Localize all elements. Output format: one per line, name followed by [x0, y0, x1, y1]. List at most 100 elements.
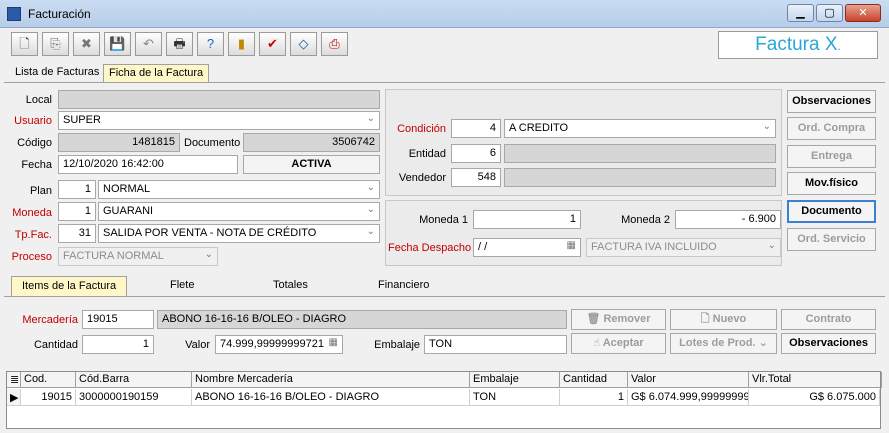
item-observaciones-button[interactable]: Observaciones: [781, 333, 876, 354]
copy-doc-icon[interactable]: ⎘: [42, 32, 69, 56]
condicion-code-field[interactable]: 4: [451, 119, 501, 138]
aceptar-button[interactable]: ☝ Aceptar: [571, 333, 666, 354]
documento-button[interactable]: Documento: [787, 200, 876, 223]
vendedor-label: Vendedor: [398, 172, 446, 184]
table-row-embalaje[interactable]: TON: [470, 389, 560, 406]
codigo-label: Código: [17, 137, 52, 149]
fecha-field[interactable]: 12/10/2020 16:42:00: [58, 155, 238, 174]
chevron-down-icon: ⌄: [755, 337, 768, 349]
vendedor-name-field[interactable]: [504, 168, 776, 187]
plan-select[interactable]: NORMAL ⌄: [98, 180, 380, 199]
help-icon[interactable]: ?: [197, 32, 224, 56]
entidad-label: Entidad: [408, 148, 446, 160]
usuario-label: Usuario: [14, 115, 52, 127]
calculator-icon[interactable]: ▦: [329, 337, 338, 348]
save-icon[interactable]: 💾: [104, 32, 131, 56]
embalaje-label: Embalaje: [374, 339, 420, 351]
printer-icon[interactable]: 🖶: [166, 32, 193, 56]
tab-totales[interactable]: Totales: [263, 276, 318, 296]
proceso-label: Proceso: [11, 251, 52, 263]
contrato-button[interactable]: Contrato: [781, 309, 876, 330]
col-cod[interactable]: Cod.: [21, 372, 76, 388]
maximize-button[interactable]: ▢: [816, 4, 843, 22]
entidad-name-field[interactable]: [504, 144, 776, 163]
tab-ficha-factura[interactable]: Ficha de la Factura: [103, 64, 210, 82]
condicion-label: Condición: [397, 123, 446, 135]
mercaderia-name-field[interactable]: ABONO 16-16-16 B/OLEO - DIAGRO: [157, 310, 567, 329]
moneda1-field[interactable]: 1: [473, 210, 581, 229]
delete-icon[interactable]: ✖: [73, 32, 100, 56]
minimize-button[interactable]: ▁: [787, 4, 814, 22]
codigo-field[interactable]: 1481815: [58, 133, 180, 152]
table-row-nombre[interactable]: ABONO 16-16-16 B/OLEO - DIAGRO: [192, 389, 470, 406]
hand-icon: ☝: [593, 337, 603, 349]
title-bar: [0, 0, 889, 28]
tab-financiero[interactable]: Financiero: [368, 276, 439, 296]
app-icon: [7, 7, 21, 21]
vendedor-code-field[interactable]: 548: [451, 168, 501, 187]
observaciones-button[interactable]: Observaciones: [787, 90, 876, 113]
col-embalaje[interactable]: Embalaje: [470, 372, 560, 388]
mercaderia-code-field[interactable]: 19015: [82, 310, 154, 329]
mov-fisico-button[interactable]: Mov.físico: [787, 172, 876, 195]
ord-compra-button[interactable]: Ord. Compra: [787, 117, 876, 140]
local-label: Local: [25, 94, 52, 106]
iva-select[interactable]: FACTURA IVA INCLUIDO ⌄: [586, 238, 781, 257]
undo-icon[interactable]: ↶: [135, 32, 162, 56]
tab-lista-facturas[interactable]: Lista de Facturas: [10, 64, 104, 82]
exit-door-icon[interactable]: ▮: [228, 32, 255, 56]
col-nombre-mercaderia[interactable]: Nombre Mercadería: [192, 372, 470, 388]
grid-menu-icon[interactable]: ≣: [7, 372, 21, 388]
valor-field[interactable]: 74.999,99999999721 ▦: [215, 335, 343, 354]
local-field[interactable]: [58, 90, 380, 109]
calendar-icon[interactable]: ▦: [567, 240, 576, 251]
tpfac-code-field[interactable]: 31: [58, 224, 96, 243]
table-row-cantidad[interactable]: 1: [560, 389, 628, 406]
tab-items-factura[interactable]: Items de la Factura: [11, 276, 128, 296]
proceso-select[interactable]: FACTURA NORMAL ⌄: [58, 247, 218, 266]
row-selector-icon[interactable]: ▶: [7, 389, 21, 406]
moneda-select[interactable]: GUARANI ⌄: [98, 202, 380, 221]
documento-field[interactable]: 3506742: [243, 133, 380, 152]
check-icon[interactable]: ✔: [259, 32, 286, 56]
col-cantidad[interactable]: Cantidad: [560, 372, 628, 388]
entidad-code-field[interactable]: 6: [451, 144, 501, 163]
table-row-vlr-total[interactable]: G$ 6.075.000: [749, 389, 880, 406]
print-cancel-icon[interactable]: ⎙: [321, 32, 348, 56]
trash-icon: 🗑: [586, 313, 604, 325]
col-vlr-total[interactable]: Vlr.Total: [749, 372, 882, 388]
plan-label: Plan: [29, 185, 52, 197]
close-button[interactable]: ✕: [845, 4, 881, 22]
table-row-cod[interactable]: 19015: [21, 389, 76, 406]
col-cod-barra[interactable]: Cód.Barra: [76, 372, 192, 388]
documento-label: Documento: [184, 137, 241, 149]
fecha-despacho-field[interactable]: / / ▦: [473, 238, 581, 257]
eraser-icon[interactable]: ◇: [290, 32, 317, 56]
fecha-despacho-label: Fecha Despacho: [388, 242, 472, 254]
entrega-button[interactable]: Entrega: [787, 145, 876, 168]
grid-header: ≣ Cod. Cód.Barra Nombre Mercadería Embal…: [7, 372, 882, 388]
brand-logo: Factura X.: [718, 31, 878, 59]
plan-code-field[interactable]: 1: [58, 180, 96, 199]
tab-flete[interactable]: Flete: [160, 276, 204, 296]
new-doc-icon[interactable]: 🗋: [11, 32, 38, 56]
mercaderia-label: Mercadería: [22, 314, 78, 326]
nuevo-button[interactable]: 🗋 Nuevo: [670, 309, 777, 330]
items-grid: ≣ Cod. Cód.Barra Nombre Mercadería Embal…: [6, 371, 882, 429]
cantidad-field[interactable]: 1: [82, 335, 154, 354]
remover-button[interactable]: 🗑 Remover: [571, 309, 666, 330]
table-row-cod-barra[interactable]: 3000000190159: [76, 389, 192, 406]
table-row-valor[interactable]: G$ 6.074.999,99999999: [628, 389, 749, 406]
embalaje-field[interactable]: TON: [424, 335, 567, 354]
moneda-label: Moneda: [12, 207, 52, 219]
tpfac-select[interactable]: SALIDA POR VENTA - NOTA DE CRÉDITO ⌄: [98, 224, 380, 243]
col-valor[interactable]: Valor: [628, 372, 749, 388]
ord-servicio-button[interactable]: Ord. Servicio: [787, 228, 876, 251]
subtab-divider: [4, 296, 885, 297]
window-title: Facturación: [28, 7, 91, 21]
condicion-select[interactable]: A CREDITO ⌄: [504, 119, 776, 138]
moneda-code-field[interactable]: 1: [58, 202, 96, 221]
usuario-select[interactable]: SUPER ⌄: [58, 111, 380, 130]
moneda2-field[interactable]: - 6.900: [675, 210, 781, 229]
lotes-prod-button[interactable]: Lotes de Prod. ⌄: [670, 333, 777, 354]
